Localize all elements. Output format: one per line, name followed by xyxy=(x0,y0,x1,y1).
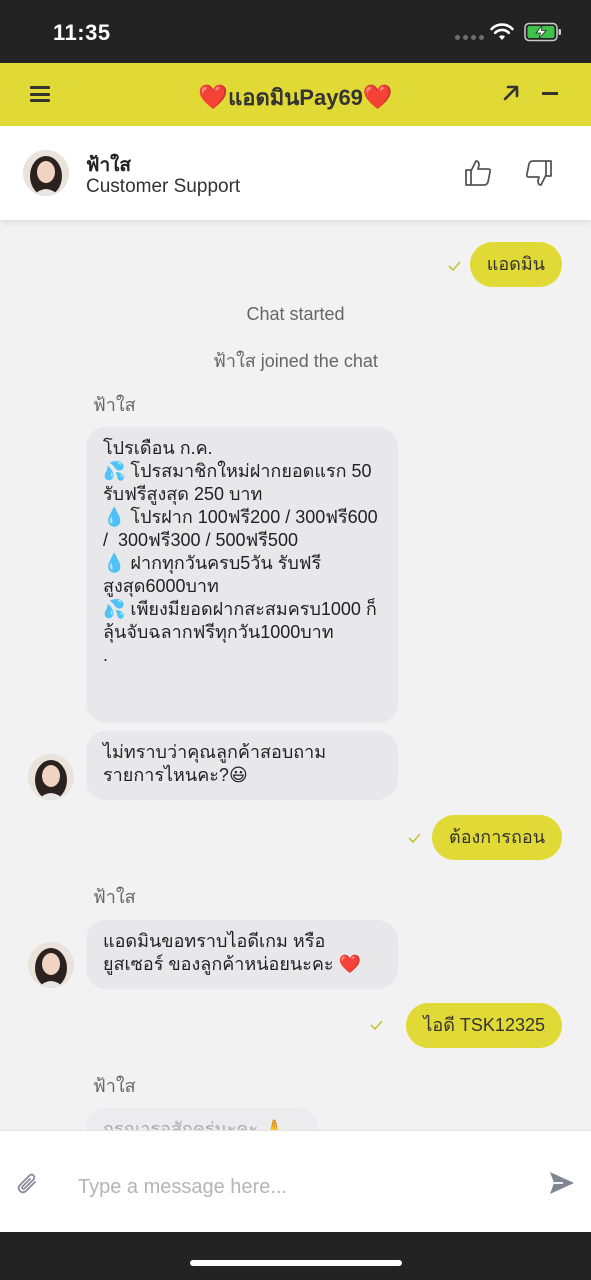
send-icon[interactable] xyxy=(548,1169,576,1197)
agent-avatar xyxy=(28,942,74,988)
heart-icon: ❤️ xyxy=(362,84,393,111)
chat-started-notice: Chat started xyxy=(246,304,345,324)
agent-message-partial: กรุณารอสักครู่นะคะ 🙏 xyxy=(86,1108,318,1130)
agent-message: แอดมินขอทราบไอดีเกม หรือยูสเซอร์ ของลูกค… xyxy=(86,920,398,989)
agent-message: โปรเดือน ก.ค. 💦 โปรสมาชิกใหม่ฝากยอดแรก 5… xyxy=(86,427,398,723)
thumbs-down-icon[interactable] xyxy=(524,158,554,188)
sent-check-icon xyxy=(408,833,421,843)
expand-icon[interactable] xyxy=(502,84,520,102)
agent-joined-notice: ฟ้าใส joined the chat xyxy=(213,351,378,371)
message-input[interactable] xyxy=(78,1169,498,1205)
user-message: ต้องการถอน xyxy=(432,815,562,860)
thumbs-up-icon[interactable] xyxy=(463,158,493,188)
battery-charging-icon xyxy=(524,22,561,42)
agent-role: Customer Support xyxy=(86,176,241,197)
sender-name: ฟ้าใส xyxy=(93,1076,136,1096)
user-message: ไอดี TSK12325 xyxy=(406,1003,562,1048)
heart-icon: ❤️ xyxy=(198,84,229,111)
sent-check-icon xyxy=(448,261,461,271)
chat-transcript[interactable]: แอดมิน Chat started ฟ้าใส joined the cha… xyxy=(0,220,591,1130)
sent-check-icon xyxy=(370,1020,383,1030)
cellular-signal-icon xyxy=(455,35,484,40)
minimize-icon[interactable] xyxy=(542,92,558,95)
sender-name: ฟ้าใส xyxy=(93,887,136,907)
agent-avatar xyxy=(28,754,74,800)
sender-name: ฟ้าใส xyxy=(93,395,136,415)
agent-avatar xyxy=(23,150,69,196)
header-title-text: แอดมินPay69 xyxy=(228,85,363,110)
status-bar: 11:35 xyxy=(0,0,591,63)
home-bar xyxy=(0,1232,591,1280)
wifi-icon xyxy=(490,23,514,40)
paperclip-icon[interactable] xyxy=(16,1171,40,1197)
agent-message: ไม่ทราบว่าคุณลูกค้าสอบถามรายการไหนคะ?😃 xyxy=(86,731,398,800)
agent-card: ฟ้าใส Customer Support xyxy=(0,126,591,220)
message-composer xyxy=(0,1130,591,1232)
user-message: แอดมิน xyxy=(469,242,562,287)
home-indicator[interactable] xyxy=(190,1260,402,1266)
status-time: 11:35 xyxy=(53,20,111,45)
